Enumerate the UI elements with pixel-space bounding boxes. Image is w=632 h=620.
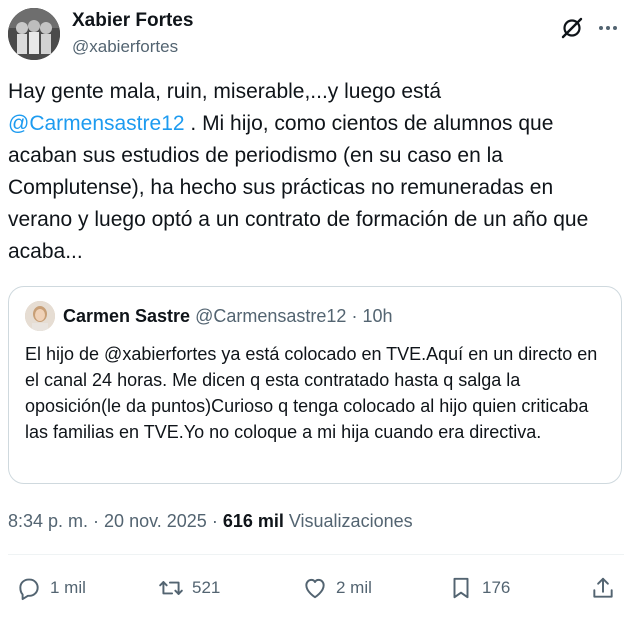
quote-text: El hijo de @xabierfortes ya está colocad… (25, 344, 598, 442)
author-avatar[interactable] (8, 8, 60, 60)
views-count: 616 mil (222, 511, 284, 531)
quote-time[interactable]: 10h (362, 306, 392, 326)
like-button[interactable]: 2 mil (302, 574, 372, 602)
share-icon (593, 577, 613, 598)
bookmark-button[interactable]: 176 (448, 574, 510, 602)
reply-count: 1 mil (50, 578, 86, 597)
tweet-text: Hay gente mala, ruin, miserable,...y lue… (8, 76, 620, 268)
quote-header: Carmen Sastre @Carmensastre12 · 10h (63, 305, 393, 327)
author-handle[interactable]: @xabierfortes (72, 36, 193, 58)
grok-icon[interactable] (558, 14, 586, 42)
reply-icon (19, 578, 39, 601)
action-bar: 1 mil 521 2 mil 176 (0, 566, 632, 610)
repost-icon (159, 581, 183, 595)
tweet-date[interactable]: 20 nov. 2025 (104, 511, 207, 531)
meta-separator: · (206, 511, 223, 531)
author-display-name[interactable]: Xabier Fortes (72, 10, 193, 32)
tweet-text-part: Hay gente mala, ruin, miserable,...y lue… (8, 80, 442, 103)
quote-author-name[interactable]: Carmen Sastre (63, 306, 190, 326)
share-button[interactable] (590, 574, 616, 602)
tweet-mention-link[interactable]: @Carmensastre12 (8, 112, 185, 135)
bookmark-icon (453, 577, 469, 599)
quote-author-avatar[interactable] (25, 301, 55, 331)
quote-separator: · (351, 306, 358, 326)
repost-count: 521 (192, 578, 221, 597)
meta-separator: · (88, 511, 105, 531)
like-icon (305, 578, 325, 599)
more-icon[interactable] (594, 14, 622, 42)
quoted-tweet[interactable]: Carmen Sastre @Carmensastre12 · 10h El h… (8, 286, 622, 484)
tweet-time[interactable]: 8:34 p. m. (8, 511, 88, 531)
repost-button[interactable]: 521 (158, 574, 220, 602)
divider (8, 554, 624, 555)
tweet-meta: 8:34 p. m. · 20 nov. 2025 · 616 mil Visu… (8, 509, 413, 533)
reply-button[interactable]: 1 mil (16, 574, 86, 602)
like-count: 2 mil (336, 578, 372, 597)
views-label: Visualizaciones (283, 511, 413, 531)
bookmark-count: 176 (482, 578, 511, 597)
tweet-header: Xabier Fortes @xabierfortes (8, 8, 632, 64)
quote-author-handle[interactable]: @Carmensastre12 (195, 306, 346, 326)
author-names: Xabier Fortes @xabierfortes (72, 10, 193, 58)
